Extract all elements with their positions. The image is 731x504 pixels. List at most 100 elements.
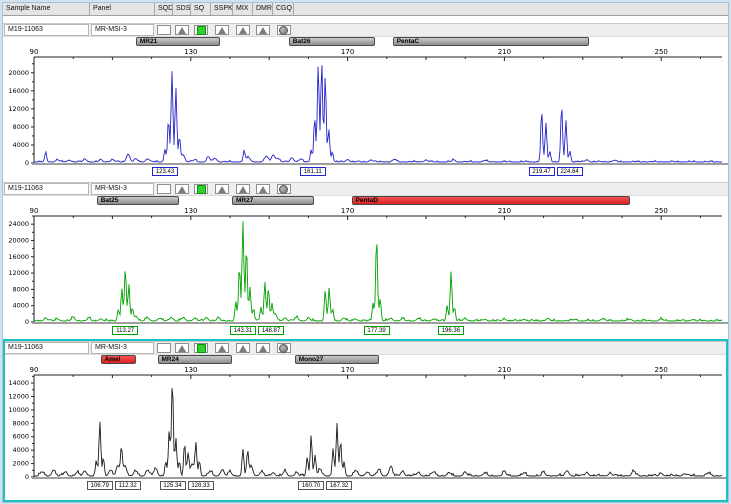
electropherogram-plot[interactable]: 9013017021025004000800012000160002000012… xyxy=(3,47,728,181)
flag-cell-mix[interactable] xyxy=(233,343,253,353)
column-header-dmr[interactable]: DMR xyxy=(253,3,273,15)
flag-circle-box[interactable] xyxy=(277,184,291,194)
peak-size-label[interactable]: 160.70 xyxy=(298,481,324,490)
flag-triangle-box[interactable] xyxy=(236,184,250,194)
column-header-mix[interactable]: MIX xyxy=(233,3,253,15)
flag-cell-sq[interactable] xyxy=(191,343,211,353)
flag-cell-sds[interactable] xyxy=(173,343,191,353)
flag-triangle-box[interactable] xyxy=(215,25,229,35)
flag-empty-box[interactable] xyxy=(157,343,171,353)
flag-cell-dmr[interactable] xyxy=(253,343,273,353)
marker-bar-mr24[interactable]: MR24 xyxy=(158,355,233,364)
flag-cell-sds[interactable] xyxy=(173,25,191,35)
marker-bar-bat26[interactable]: Bat26 xyxy=(289,37,375,46)
flag-triangle-box[interactable] xyxy=(256,343,270,353)
panel-name-cell[interactable]: MR-MSI-3 xyxy=(91,342,154,354)
flag-triangle-box[interactable] xyxy=(256,25,270,35)
marker-bar-amel[interactable]: Amel xyxy=(101,355,136,364)
flag-circle-box[interactable] xyxy=(277,25,291,35)
flag-triangle-box[interactable] xyxy=(256,184,270,194)
flag-cell-sqd[interactable] xyxy=(155,343,173,353)
flag-triangle-box[interactable] xyxy=(215,343,229,353)
column-header-sqd[interactable]: SQD xyxy=(155,3,173,15)
warning-triangle-icon xyxy=(178,345,186,352)
marker-bar-mr21[interactable]: MR21 xyxy=(136,37,220,46)
flag-triangle-box[interactable] xyxy=(215,184,229,194)
warning-triangle-icon xyxy=(178,27,186,34)
flag-empty-box[interactable] xyxy=(157,184,171,194)
flag-cell-mix[interactable] xyxy=(233,25,253,35)
peak-size-label[interactable]: 177.39 xyxy=(364,326,390,335)
panel-name-cell[interactable]: MR-MSI-3 xyxy=(91,183,154,195)
marker-bar-mr27[interactable]: MR27 xyxy=(232,196,314,205)
column-header-sample-name[interactable]: Sample Name xyxy=(3,3,90,15)
peak-size-label[interactable]: 196.36 xyxy=(438,326,464,335)
sample-name-cell[interactable]: M19-11063 xyxy=(4,342,89,354)
flag-pass-box[interactable] xyxy=(194,25,208,35)
peak-size-label[interactable]: 161.11 xyxy=(300,167,326,176)
sample-name-cell[interactable]: M19-11063 xyxy=(4,24,89,36)
column-header-panel[interactable]: Panel xyxy=(90,3,155,15)
flag-triangle-box[interactable] xyxy=(175,184,189,194)
trace-canvas: 9013017021025004000800012000160002000024… xyxy=(3,206,728,340)
flag-triangle-box[interactable] xyxy=(175,343,189,353)
flag-cell-sq[interactable] xyxy=(191,184,211,194)
sample-row[interactable]: M19-11063 MR-MSI-3 xyxy=(3,182,728,196)
marker-bar-pentac[interactable]: PentaC xyxy=(393,37,589,46)
flag-cell-dmr[interactable] xyxy=(253,25,273,35)
peak-size-label[interactable]: 224.64 xyxy=(557,167,583,176)
flag-empty-box[interactable] xyxy=(157,25,171,35)
flag-cell-cgq[interactable] xyxy=(273,343,294,353)
flag-cell-sq[interactable] xyxy=(191,25,211,35)
flag-triangle-box[interactable] xyxy=(236,25,250,35)
marker-bar-mono27[interactable]: Mono27 xyxy=(295,355,379,364)
rfu-axis-label: 12000 xyxy=(8,392,29,400)
flag-cell-sqd[interactable] xyxy=(155,184,173,194)
flag-cell-cgq[interactable] xyxy=(273,184,294,194)
peak-size-label[interactable]: 219.47 xyxy=(529,167,555,176)
flag-pass-box[interactable] xyxy=(194,343,208,353)
electropherogram-plot[interactable]: 9013017021025004000800012000160002000024… xyxy=(3,206,728,340)
sample-panel-group-2: M19-11063 MR-MSI-3 Bat25 MR27 PentaD 90130… xyxy=(3,182,728,340)
column-header-sds[interactable]: SDS xyxy=(173,3,191,15)
sample-row[interactable]: M19-11063 MR-MSI-3 xyxy=(3,23,728,37)
flag-cell-cgq[interactable] xyxy=(273,25,294,35)
baseline-band xyxy=(32,322,728,324)
sample-name-cell[interactable]: M19-11063 xyxy=(4,183,89,195)
size-ruler-label: 210 xyxy=(498,48,511,56)
flag-triangle-box[interactable] xyxy=(236,343,250,353)
size-ruler-label: 250 xyxy=(655,207,668,215)
warning-triangle-icon xyxy=(218,27,226,34)
peak-size-label[interactable]: 148.87 xyxy=(258,326,284,335)
panel-name-cell[interactable]: MR-MSI-3 xyxy=(91,24,154,36)
flag-cell-sspk[interactable] xyxy=(211,343,233,353)
flag-cell-sspk[interactable] xyxy=(211,25,233,35)
column-header-sq[interactable]: SQ xyxy=(191,3,211,15)
peak-size-label[interactable]: 113.27 xyxy=(112,326,138,335)
flag-cell-dmr[interactable] xyxy=(253,184,273,194)
flag-pass-box[interactable] xyxy=(194,184,208,194)
flag-circle-box[interactable] xyxy=(277,343,291,353)
peak-size-label[interactable]: 128.33 xyxy=(188,481,214,490)
peak-size-label[interactable]: 123.43 xyxy=(152,167,178,176)
flag-cell-sds[interactable] xyxy=(173,184,191,194)
marker-bar-pentad[interactable]: PentaD xyxy=(352,196,630,205)
peak-size-label[interactable]: 125.34 xyxy=(160,481,186,490)
peak-size-label[interactable]: 167.32 xyxy=(326,481,352,490)
size-ruler-label: 250 xyxy=(655,366,668,374)
column-header-sspk[interactable]: SSPK xyxy=(211,3,233,15)
flag-cell-mix[interactable] xyxy=(233,184,253,194)
electropherogram-plot[interactable]: 9013017021025002000400060008000100001200… xyxy=(3,365,728,495)
warning-triangle-icon xyxy=(259,27,267,34)
sample-row[interactable]: M19-11063 MR-MSI-3 xyxy=(3,341,728,355)
gray-circle-icon xyxy=(279,26,288,35)
peak-size-label[interactable]: 106.79 xyxy=(87,481,113,490)
flag-triangle-box[interactable] xyxy=(175,25,189,35)
peak-size-label[interactable]: 112.32 xyxy=(115,481,141,490)
peak-size-label[interactable]: 143.31 xyxy=(230,326,256,335)
flag-cell-sqd[interactable] xyxy=(155,25,173,35)
trace-path xyxy=(34,221,722,321)
flag-cell-sspk[interactable] xyxy=(211,184,233,194)
column-header-cgq[interactable]: CGQ xyxy=(273,3,294,15)
marker-bar-bat25[interactable]: Bat25 xyxy=(97,196,179,205)
